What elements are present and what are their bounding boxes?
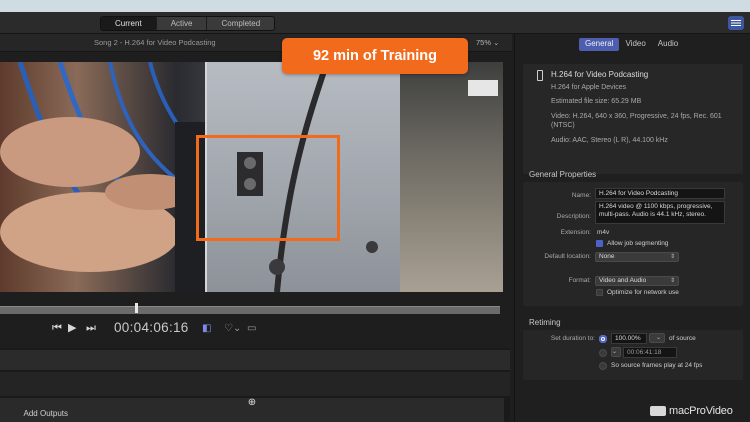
default-location-value: None [599,253,615,260]
tab-video[interactable]: Video [619,38,651,51]
tab-active[interactable]: Active [157,17,208,30]
playhead-handle[interactable] [135,303,138,313]
next-frame-icon[interactable]: ⏭ [86,322,96,334]
video-summary: Video: H.264, 640 x 360, Progressive, 24… [551,113,722,120]
zoom-menu[interactable]: 75% ⌄ [476,38,499,47]
description-field[interactable]: H.264 video @ 1100 kbps, progressive, mu… [595,201,725,224]
optimize-network-checkbox[interactable] [596,289,603,296]
split-view-icon[interactable]: ◧ [202,323,211,334]
timeline-scrubber[interactable] [0,306,500,314]
tab-general[interactable]: General [579,38,620,51]
timecode-display: 00:04:06:16 [114,320,189,335]
frame-rate-radio[interactable] [599,362,607,370]
comment-icon[interactable]: ▭ [247,323,256,334]
extension-label: Extension: [560,229,591,236]
percent-field[interactable]: 100.00% [611,333,647,344]
chevron-updown-icon: ⇕ [669,278,675,284]
video-background [400,62,503,292]
duration-field[interactable]: 00:06:41:18 [623,347,677,358]
play-icon[interactable]: ▶ [68,322,76,334]
description-line-2: multi-pass. Audio is 44.1 kHz, stereo. [599,211,706,218]
duration-stepper[interactable]: ⌄ [611,347,621,357]
video-viewer[interactable] [0,62,503,292]
viewer-title: Song 2 - H.264 for Video Podcasting [94,38,216,47]
general-properties-panel: Name: H.264 for Video Podcasting Descrip… [523,182,743,306]
allow-job-segmenting-label: Allow job segmenting [607,240,669,247]
inspector-toggle-button[interactable] [728,16,744,30]
default-location-label: Default location: [544,253,591,260]
top-strip [0,0,750,12]
of-source-label: of source [669,335,696,342]
setting-subtitle: H.264 for Apple Devices [551,84,627,91]
description-label: Description: [556,213,591,220]
batch-row[interactable] [0,350,510,370]
optimize-network-label: Optimize for network use [607,289,679,296]
general-properties-title: General Properties [529,170,597,179]
batch-outputs-pane: ⊕ Add Outputs [0,348,510,422]
macprovideo-logo-icon [650,406,666,416]
video-logo-tag [468,80,498,96]
name-field[interactable]: H.264 for Video Podcasting [595,188,725,199]
name-value: H.264 for Video Podcasting [599,190,679,197]
cables-illustration [0,62,205,292]
chevron-updown-icon: ⇕ [669,254,675,260]
allow-job-segmenting-checkbox[interactable] [596,240,603,247]
file-size: Estimated file size: 65.29 MB [551,98,642,105]
add-outputs-button[interactable]: ⊕ Add Outputs [0,398,504,422]
batch-segmented-control: Current Active Completed [100,16,276,31]
watermark-text: macProVideo [669,405,733,417]
format-popup[interactable]: Video and Audio ⇕ [595,276,679,286]
video-summary-cont: (NTSC) [551,122,575,129]
sliders-icon [731,20,741,26]
duration-radio[interactable] [599,349,607,357]
tab-completed[interactable]: Completed [207,17,274,30]
description-line-1: H.264 video @ 1100 kbps, progressive, [599,203,713,210]
tab-current[interactable]: Current [101,17,157,30]
inspector-pane: General Video Audio H.264 for Video Podc… [514,34,750,422]
percent-popup[interactable]: ⌄ [649,333,665,343]
iphone-icon [537,70,543,81]
previous-frame-icon[interactable]: ⏮ [52,322,62,334]
inspector-tabs: General Video Audio [579,38,684,51]
transport-controls: ⏮ ▶ ⏭ 00:04:06:16 ◧ ♡⌄ ▭ [0,315,512,341]
toolbar: Current Active Completed [0,12,750,34]
format-value: Video and Audio [599,277,647,284]
tab-audio[interactable]: Audio [652,38,684,51]
retiming-panel: Set duration to: 100.00% ⌄ of source ⌄ 0… [523,330,743,380]
training-banner: 92 min of Training [282,38,468,74]
retiming-title: Retiming [529,318,561,327]
chevron-down-icon: ⌄ [655,335,661,341]
video-hands-area [0,62,220,292]
percent-value: 100.00% [615,335,641,342]
format-label: Format: [568,277,591,284]
name-label: Name: [571,192,591,199]
default-location-popup[interactable]: None ⇕ [595,252,679,262]
zoom-value: 75% [476,38,492,47]
duration-value: 00:06:41:18 [627,349,662,356]
chevron-down-icon: ⌄ [611,349,617,355]
set-duration-label: Set duration to: [550,335,595,342]
percent-radio[interactable] [599,335,607,343]
setting-name: H.264 for Video Podcasting [551,70,649,79]
plus-icon: ⊕ [247,397,257,408]
extension-value: m4v [597,229,610,236]
chevron-down-icon: ⌄ [493,38,500,47]
so-source-label: So source frames play at 24 fps [611,362,703,369]
watermark: macProVideo [650,404,733,418]
audio-summary: Audio: AAC, Stereo (L R), 44.100 kHz [551,137,668,144]
shield-icon[interactable]: ♡⌄ [224,323,241,334]
highlight-rectangle [196,135,340,241]
setting-summary: H.264 for Video Podcasting H.264 for App… [523,64,743,174]
add-outputs-label: Add Outputs [23,409,68,418]
output-row[interactable] [0,372,510,396]
